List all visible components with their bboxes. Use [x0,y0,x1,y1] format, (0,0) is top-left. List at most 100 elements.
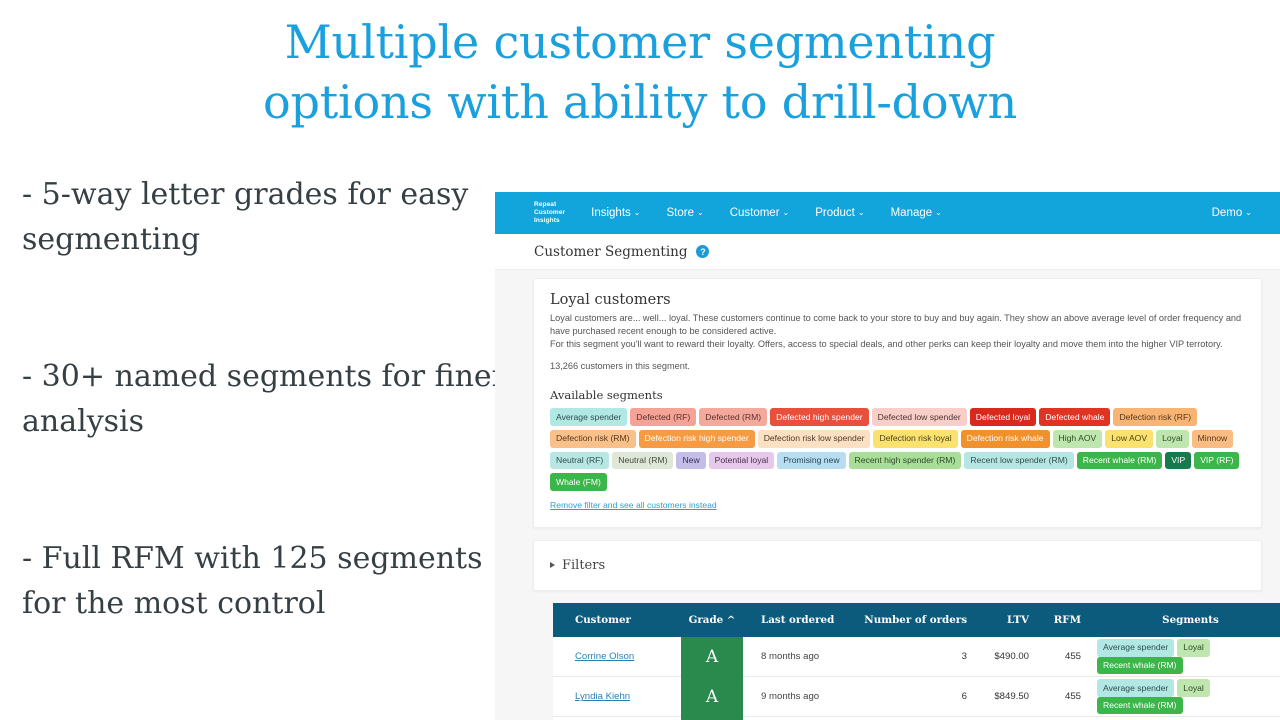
app-screenshot: Repeat Customer Insights Insights ⌄ Store… [495,192,1280,720]
page-title: Multiple customer segmenting options wit… [0,12,1280,132]
column-header-number-of-orders[interactable]: Number of orders [853,602,973,637]
headline-line-2: options with ability to drill-down [262,75,1018,129]
segment-tag[interactable]: Defected loyal [969,408,1037,426]
nav-label: Manage [890,207,933,219]
cell-segments: Average spender LoyalRecent whale (RM) [1081,676,1280,718]
cell-ltv: $490.00 [973,636,1029,678]
cell-customer: Corrine Olson [553,636,681,678]
chevron-down-icon: ⌄ [935,208,942,217]
nav-item-manage[interactable]: Manage ⌄ [891,207,942,219]
cell-grade: A [681,676,743,717]
segment-tag[interactable]: Defected (RF) [630,408,697,426]
segment-tag[interactable]: Recent whale (RM) [1076,451,1163,470]
column-header-last-ordered[interactable]: Last ordered [743,602,853,637]
available-segments-label: Available segments [550,388,663,403]
slide-root: Multiple customer segmenting options wit… [0,0,1280,720]
segment-tag[interactable]: Promising new [777,451,846,470]
app-navbar: Repeat Customer Insights Insights ⌄ Store… [495,192,1280,234]
column-header-ltv[interactable]: LTV [973,602,1029,637]
customer-link[interactable]: Corrine Olson [575,651,634,662]
brand-line-1: Repeat [534,201,557,208]
cell-grade: A [681,636,743,677]
segment-tag[interactable]: Defected low spender [871,408,967,426]
nav-label: Customer [729,207,780,219]
segment-tag[interactable]: Defected (RM) [699,408,768,426]
filters-toggle[interactable]: Filters [550,558,1245,573]
segment-tag[interactable]: High AOV [1052,429,1103,448]
feature-bullet: - 5-way letter grades for easy segmentin… [22,177,469,257]
segment-tag[interactable]: Recent whale (RM) [1097,656,1183,675]
segment-tag[interactable]: Recent low spender (RM) [964,451,1074,470]
chevron-down-icon: ⌄ [857,208,865,217]
segment-tag[interactable]: Defection risk loyal [873,429,958,448]
segment-tag[interactable]: Defection risk high spender [638,429,755,448]
filters-card[interactable]: Filters [533,539,1262,591]
chevron-down-icon: ⌄ [696,208,704,217]
column-header-rfm[interactable]: RFM [1029,602,1081,637]
segment-tag[interactable]: Minnow [1191,429,1234,448]
segment-tag[interactable]: Potential loyal [708,451,775,470]
segment-tag[interactable]: Average spender [550,408,628,426]
nav-item-insights[interactable]: Insights ⌄ [591,207,640,219]
segment-tag[interactable]: Low AOV [1105,429,1154,448]
nav-item-product[interactable]: Product ⌄ [815,207,864,219]
segment-tag[interactable]: Average spender [1097,679,1175,697]
nav-label: Product [815,207,855,219]
headline-line-1: Multiple customer segmenting [284,15,996,69]
customers-table-wrapper: Customer Grade ^ Last ordered Number of … [553,602,1280,720]
segment-tag[interactable]: New [676,451,706,470]
segment-tag[interactable]: Loyal [1156,429,1189,448]
page-content: Loyal customers Loyal customers are... w… [495,270,1280,720]
nav-label: Store [666,207,694,219]
cell-rfm: 455 [1029,676,1081,718]
segment-tag[interactable]: VIP [1165,451,1192,470]
segment-paragraph-1: Loyal customers are... well... loyal. Th… [550,313,1242,336]
segment-tag[interactable]: Defection risk (RF) [1113,408,1198,426]
feature-bullet: - 30+ named segments for finer analysis [22,359,506,439]
cell-ltv: $849.50 [973,676,1029,718]
help-icon[interactable]: ? [696,245,710,258]
segment-description-card: Loyal customers Loyal customers are... w… [533,278,1262,528]
segment-paragraph-2: For this segment you'll want to reward t… [550,338,1223,349]
column-header-grade[interactable]: Grade ^ [681,602,743,637]
nav-item-customer[interactable]: Customer ⌄ [730,207,790,219]
segment-tag[interactable]: VIP (RF) [1194,451,1240,470]
segment-tag[interactable]: Average spender [1097,638,1175,657]
customer-link[interactable]: Lyndia Kiehn [575,691,630,702]
cell-segments: Average spender LoyalRecent whale (RM) [1081,636,1280,678]
page-header: Customer Segmenting ? [495,234,1280,270]
segment-tag[interactable]: Defected whale [1039,408,1111,426]
segment-tag[interactable]: Defection risk (RM) [550,429,636,448]
remove-filter-link[interactable]: Remove filter and see all customers inst… [550,500,717,510]
segment-tag[interactable]: Neutral (RF) [550,451,610,470]
customers-table: Customer Grade ^ Last ordered Number of … [553,602,1280,720]
table-row[interactable]: Lyndia Kiehn A 9 months ago 6 $849.50 455 Aver… [553,676,1280,718]
cell-number-of-orders: 6 [853,676,973,718]
table-head: Customer Grade ^ Last ordered Number of … [553,602,1280,637]
segment-tag[interactable]: Loyal [1177,679,1210,697]
nav-label: Demo [1211,207,1243,219]
cell-rfm: 455 [1029,636,1081,678]
segment-tag[interactable]: Whale (FM) [550,473,607,491]
page-heading: Customer Segmenting [534,243,688,260]
segment-tag[interactable]: Defected high spender [770,408,869,426]
column-header-segments[interactable]: Segments [1081,602,1280,637]
table-body: Corrine Olson A 8 months ago 3 $490.00 455 Ave… [553,636,1280,720]
segment-tag[interactable]: Loyal [1177,638,1210,657]
brand-line-2: Customer [534,209,566,216]
segment-tag[interactable]: Recent high spender (RM) [848,451,962,470]
segment-tag[interactable]: Neutral (RM) [612,451,674,470]
segment-tag[interactable]: Recent whale (RM) [1097,696,1183,715]
chevron-down-icon: ⌄ [782,208,790,217]
column-header-customer[interactable]: Customer [553,602,681,637]
brand-logo[interactable]: Repeat Customer Insights [534,201,565,225]
nav-item-store[interactable]: Store ⌄ [666,207,703,219]
cell-customer: Lyndia Kiehn [553,676,681,718]
segment-tag[interactable]: Defection risk low spender [757,429,871,448]
segment-tag[interactable]: Defection risk whale [960,429,1050,448]
chevron-down-icon: ⌄ [633,208,641,217]
table-row[interactable]: Corrine Olson A 8 months ago 3 $490.00 455 Ave… [553,636,1280,678]
available-segments-tag-list: Average spender Defected (RF) Defected (RM… [550,408,1245,494]
segment-title: Loyal customers [550,292,671,308]
nav-item-account[interactable]: Demo ⌄ [1212,207,1252,219]
